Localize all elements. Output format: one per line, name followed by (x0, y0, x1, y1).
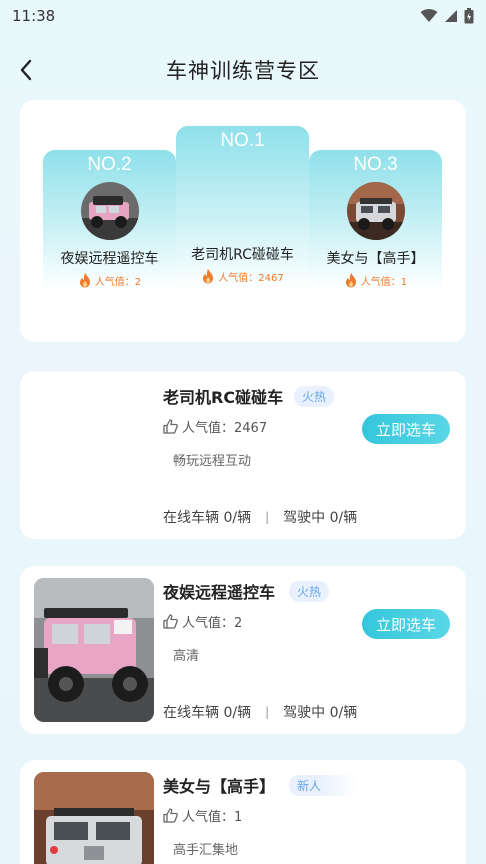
rank-popularity: 人气值：2 (43, 272, 176, 288)
flame-icon (345, 272, 356, 288)
thumbs-up-icon (163, 614, 178, 629)
car-card[interactable]: 美女与【高手】 新人 人气值：1 高手汇集地 (20, 760, 466, 864)
rank-popularity: 人气值：1 (309, 272, 442, 288)
thumbs-up-icon (163, 808, 178, 823)
car-stats: 在线车辆 0/辆 | 驾驶中 0/辆 (163, 702, 357, 722)
online-count: 在线车辆 0/辆 (163, 705, 252, 721)
chevron-left-icon (20, 59, 32, 81)
driving-count: 驾驶中 0/辆 (283, 705, 358, 721)
hot-tag: 火热 (289, 581, 330, 602)
car-name: 老司机RC碰碰车 (163, 388, 284, 407)
hot-tag: 火热 (294, 386, 335, 407)
wifi-icon (420, 9, 438, 22)
divider: | (265, 705, 270, 719)
car-thumbnail (34, 578, 154, 722)
car-card[interactable]: 老司机RC碰碰车 火热 人气值：2467 畅玩远程互动 在线车辆 0/辆 | 驾… (20, 371, 466, 539)
avatar (346, 182, 405, 240)
driving-count: 驾驶中 0/辆 (283, 510, 358, 526)
status-bar: 11:38 (0, 0, 486, 32)
header: 车神训练营专区 (0, 48, 486, 92)
rank-label: NO.1 (220, 130, 265, 151)
car-popularity: 人气值：1 (163, 806, 242, 825)
rank-name: 老司机RC碰碰车 (191, 247, 294, 263)
battery-icon (464, 8, 474, 24)
rank-item-2[interactable]: NO.2 夜娱远程遥控车 人气值：2 (43, 150, 176, 290)
car-description: 高手汇集地 (173, 843, 239, 858)
signal-icon (445, 10, 457, 22)
rank-item-1[interactable]: NO.1 老司机RC碰碰车 人气值：2467 (176, 126, 309, 290)
car-name: 夜娱远程遥控车 (163, 583, 276, 602)
online-count: 在线车辆 0/辆 (163, 510, 252, 526)
offroad-car-avatar-image (346, 182, 405, 240)
status-icons (420, 8, 474, 24)
avatar (80, 182, 139, 240)
rank-label: NO.3 (353, 154, 398, 175)
avatar (214, 158, 272, 216)
rank-name: 夜娱远程遥控车 (60, 251, 159, 267)
car-thumbnail (34, 772, 154, 864)
car-card[interactable]: 夜娱远程遥控车 火热 人气值：2 高清 在线车辆 0/辆 | 驾驶中 0/辆 立… (20, 566, 466, 734)
thumbs-up-icon (163, 419, 178, 434)
car-popularity: 人气值：2 (163, 612, 242, 631)
divider: | (265, 510, 270, 524)
pink-jeep-image (34, 578, 154, 722)
flame-icon (203, 268, 214, 284)
offroad-car-image (34, 772, 154, 864)
rank-name: 美女与【高手】 (326, 251, 425, 267)
car-description: 畅玩远程互动 (173, 454, 252, 469)
rank-item-3[interactable]: NO.3 美女与【高手】 人气值：1 (309, 150, 442, 290)
pink-jeep-avatar-image (80, 182, 139, 240)
select-car-button[interactable]: 立即选车 (362, 414, 450, 444)
rank-popularity: 人气值：2467 (176, 268, 309, 284)
car-name: 美女与【高手】 (163, 777, 276, 796)
car-popularity: 人气值：2467 (163, 417, 267, 436)
car-description: 高清 (173, 649, 200, 664)
status-time: 11:38 (12, 7, 56, 25)
select-car-button[interactable]: 立即选车 (362, 609, 450, 639)
new-tag: 新人 (289, 775, 359, 796)
car-stats: 在线车辆 0/辆 | 驾驶中 0/辆 (163, 507, 357, 527)
flame-icon (79, 272, 90, 288)
rank-label: NO.2 (87, 154, 132, 175)
back-button[interactable] (12, 56, 40, 84)
ranking-card: NO.2 夜娱远程遥控车 人气值：2 NO.1 老司机RC碰碰车 人气值：246… (20, 100, 466, 342)
page-title: 车神训练营专区 (166, 59, 320, 83)
